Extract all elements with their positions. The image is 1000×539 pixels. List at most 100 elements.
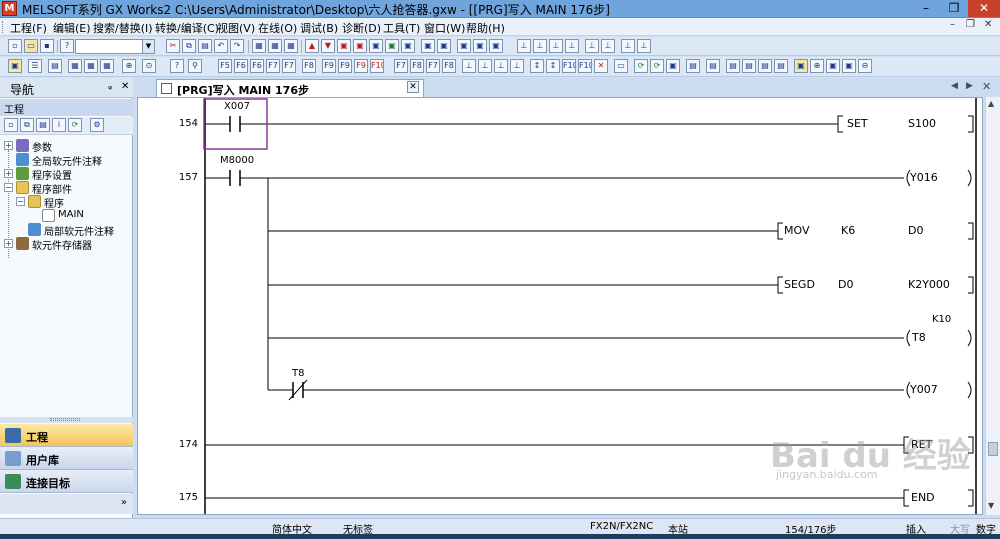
close-button[interactable]: ✕ — [968, 0, 1000, 17]
falling-contact-icon[interactable]: F8 — [410, 59, 424, 73]
tree-item-global-comment[interactable]: 全局软元件注释 — [4, 153, 129, 168]
tree-item-parameter[interactable]: + 参数 — [4, 139, 129, 154]
ladder-view-icon[interactable]: ☰ — [28, 59, 42, 73]
note-edit-icon[interactable]: ▤ — [726, 59, 740, 73]
read-mode-icon[interactable]: ▣ — [473, 39, 487, 53]
ladder-tool-icon[interactable]: ⊥ — [585, 39, 599, 53]
operation-result-icon[interactable]: ⊥ — [494, 59, 508, 73]
menu-help[interactable]: 帮助(H) — [466, 20, 505, 36]
property-icon[interactable]: i — [52, 118, 66, 132]
tree-item-program[interactable]: − 程序 — [16, 195, 129, 210]
nav-category-connection[interactable]: 连接目标 — [0, 470, 133, 493]
collapse-icon[interactable]: − — [16, 197, 25, 206]
nav-splitter[interactable] — [0, 417, 133, 423]
parallel-contact-icon[interactable]: F6 — [234, 59, 248, 73]
write-mode-icon[interactable]: ▣ — [489, 39, 503, 53]
convert-all-icon[interactable]: ⟳ — [650, 59, 664, 73]
new-data-icon[interactable]: ▫ — [4, 118, 18, 132]
operation-result-icon[interactable]: ⊥ — [510, 59, 524, 73]
minimize-button[interactable]: – — [912, 0, 940, 17]
expand-icon[interactable]: + — [4, 169, 13, 178]
open-file-icon[interactable]: ▭ — [24, 39, 38, 53]
note-icon[interactable]: ▭ — [614, 59, 628, 73]
device-comment-icon[interactable]: ▤ — [742, 59, 756, 73]
tab-scroll-right-icon[interactable]: ▶ — [966, 81, 973, 91]
nav-category-user-library[interactable]: 用户库 — [0, 447, 133, 470]
ladder-block-icon[interactable]: ▤ — [758, 59, 772, 73]
statement-edit-icon[interactable]: ▤ — [706, 59, 720, 73]
convert-icon[interactable]: ⟳ — [634, 59, 648, 73]
zoom-in-icon[interactable]: ⊕ — [810, 59, 824, 73]
tree-item-local-comment[interactable]: 局部软元件注释 — [16, 223, 129, 238]
replace-icon[interactable]: ▦ — [284, 39, 298, 53]
device-view-icon[interactable]: ▦ — [68, 59, 82, 73]
line-delete-icon[interactable]: ✕ — [594, 59, 608, 73]
menu-view[interactable]: 视图(V) — [217, 20, 255, 36]
display-icon[interactable]: ⊙ — [142, 59, 156, 73]
online-change-icon[interactable]: ▣ — [457, 39, 471, 53]
tree-item-program-setting[interactable]: + 程序设置 — [4, 167, 129, 182]
line-draw-icon[interactable]: ↕ — [546, 59, 560, 73]
menu-project[interactable]: 工程(F) — [10, 20, 47, 36]
statement-view-icon[interactable]: ▦ — [100, 59, 114, 73]
vline-icon[interactable]: F9 — [338, 59, 352, 73]
copy-data-icon[interactable]: ⧉ — [20, 118, 34, 132]
ladder-tool-icon[interactable]: ⊥ — [565, 39, 579, 53]
collapse-icon[interactable]: − — [4, 183, 13, 192]
device-batch-icon[interactable]: ▣ — [842, 59, 856, 73]
menu-convert[interactable]: 转换/编译(C) — [155, 20, 219, 36]
splitter-grip[interactable] — [50, 418, 80, 421]
menu-edit[interactable]: 编辑(E) — [53, 20, 91, 36]
expand-icon[interactable]: + — [4, 239, 13, 248]
line-draw-icon[interactable]: F10 — [562, 59, 576, 73]
zoom-out-icon[interactable]: ⊖ — [858, 59, 872, 73]
rising-contact-icon[interactable]: F7 — [394, 59, 408, 73]
comment-edit-icon[interactable]: ▤ — [686, 59, 700, 73]
zoom-icon[interactable]: ⊕ — [122, 59, 136, 73]
tree-item-main[interactable]: MAIN — [40, 209, 129, 223]
ladder-tool-icon[interactable]: ⊥ — [621, 39, 635, 53]
delete-vline-icon[interactable]: F10 — [370, 59, 384, 73]
ladder-highlight-icon[interactable]: ▣ — [794, 59, 808, 73]
chevron-right-icon[interactable]: » — [121, 497, 127, 508]
monitor-icon[interactable]: ▣ — [826, 59, 840, 73]
tree-item-pou[interactable]: − 程序部件 — [4, 181, 129, 196]
scroll-down-icon[interactable]: ▼ — [988, 501, 994, 510]
ladder-tool-icon[interactable]: ⊥ — [533, 39, 547, 53]
nav-option-icon[interactable]: ⚙ — [90, 118, 104, 132]
parallel-rising-icon[interactable]: F7 — [426, 59, 440, 73]
ladder-tool-icon[interactable]: ⊥ — [549, 39, 563, 53]
line-draw-icon[interactable]: F10 — [578, 59, 592, 73]
expand-icon[interactable]: + — [4, 141, 13, 150]
remote-run-icon[interactable]: ▣ — [353, 39, 367, 53]
ladder-tool-icon[interactable]: ⊥ — [517, 39, 531, 53]
pin-icon[interactable]: ᵩ — [108, 81, 112, 92]
tab-close-icon[interactable]: ✕ — [407, 81, 419, 93]
menu-grip[interactable] — [2, 21, 5, 33]
line-draw-icon[interactable]: ↕ — [530, 59, 544, 73]
cut-icon[interactable]: ✂ — [166, 39, 180, 53]
write-to-plc-icon[interactable]: ▲ — [305, 39, 319, 53]
hline-icon[interactable]: F9 — [322, 59, 336, 73]
menu-tools[interactable]: 工具(T) — [383, 20, 420, 36]
open-contact-icon[interactable]: F5 — [218, 59, 232, 73]
scroll-up-icon[interactable]: ▲ — [988, 99, 994, 108]
mdi-minimize-button[interactable]: – — [950, 19, 955, 30]
document-tab[interactable]: [PRG]写入 MAIN 176步 ✕ — [156, 79, 424, 97]
operation-result-icon[interactable]: ⊥ — [478, 59, 492, 73]
coil-icon[interactable]: F7 — [282, 59, 296, 73]
menu-find-replace[interactable]: 搜索/替换(I) — [93, 20, 153, 36]
scroll-thumb[interactable] — [988, 442, 998, 456]
tab-close-all-icon[interactable]: ✕ — [982, 80, 991, 93]
monitor-stop-icon[interactable]: ▣ — [385, 39, 399, 53]
delete-line-icon[interactable]: F9 — [354, 59, 368, 73]
monitor-start-icon[interactable]: ▣ — [369, 39, 383, 53]
nav-close-icon[interactable]: ✕ — [121, 81, 129, 92]
ladder-block-icon[interactable]: ▤ — [774, 59, 788, 73]
read-from-plc-icon[interactable]: ▼ — [321, 39, 335, 53]
copy-icon[interactable]: ⧉ — [182, 39, 196, 53]
nav-more-button[interactable]: » — [0, 494, 133, 514]
tree-item-device-memory[interactable]: + 软元件存储器 — [4, 237, 129, 252]
redo-icon[interactable]: ↷ — [230, 39, 244, 53]
paste-icon[interactable]: ▤ — [198, 39, 212, 53]
